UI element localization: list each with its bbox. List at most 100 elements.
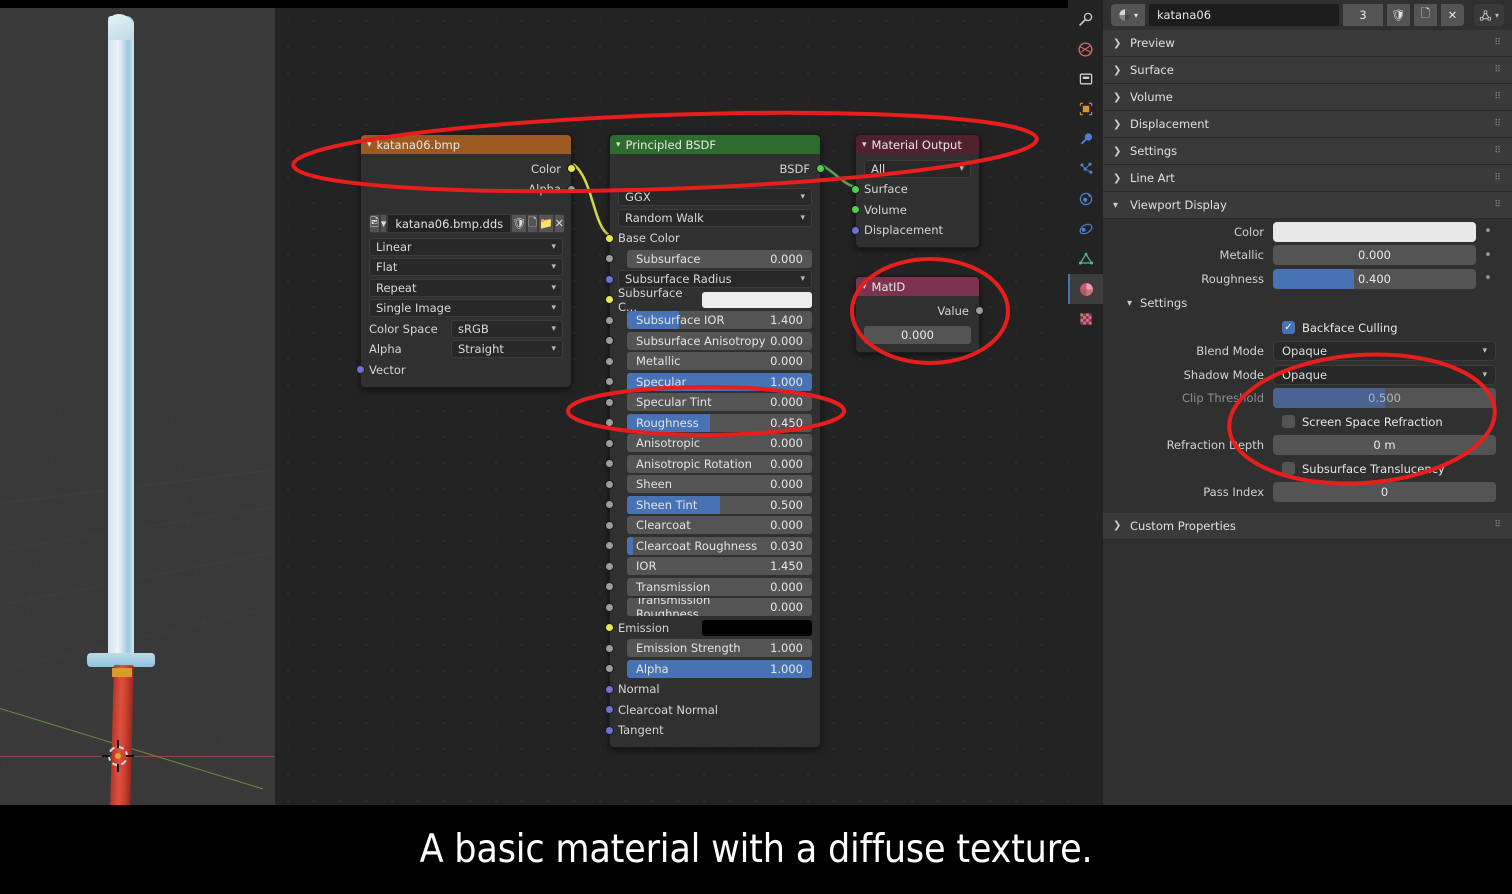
sidebar-item-object[interactable]: [1068, 94, 1103, 124]
drag-grip-icon[interactable]: ⠿: [1494, 65, 1502, 74]
property-row[interactable]: Metallic 0.000 •: [1113, 244, 1496, 266]
socket-anisotropic[interactable]: [605, 438, 614, 448]
sidebar-item-render[interactable]: [1068, 34, 1103, 64]
distribution-dropdown[interactable]: GGX ▾: [618, 188, 812, 206]
socket-ior[interactable]: [605, 561, 614, 571]
bsdf-socket-row[interactable]: Transmission Roughness 0.000: [605, 598, 812, 617]
copy-datablock-icon[interactable]: 🗋: [527, 214, 538, 233]
folder-icon[interactable]: 📁: [537, 214, 554, 233]
socket-displacement[interactable]: [851, 225, 860, 235]
bsdf-socket-row[interactable]: Metallic 0.000: [605, 352, 812, 371]
color-swatch[interactable]: [1273, 221, 1476, 242]
socket-tangent[interactable]: [605, 725, 614, 735]
socket-surface[interactable]: [851, 184, 860, 194]
unlink-material-icon[interactable]: ✕: [1440, 4, 1464, 26]
value-slider[interactable]: Sheen 0.000: [627, 475, 812, 493]
sidebar-item-output[interactable]: [1068, 64, 1103, 94]
projection-dropdown-row[interactable]: Flat ▾: [369, 258, 563, 277]
socket-vector[interactable]: [356, 365, 365, 374]
mesh-filter-button[interactable]: ▾: [1473, 4, 1504, 26]
bsdf-socket-row[interactable]: Anisotropic Rotation 0.000: [605, 454, 812, 473]
node-input-volume[interactable]: Volume: [851, 200, 971, 219]
property-row[interactable]: Refraction Depth 0 m: [1113, 434, 1496, 456]
bsdf-socket-row[interactable]: Clearcoat Normal: [605, 700, 812, 719]
value-slider[interactable]: Alpha 1.000: [627, 659, 812, 678]
extension-dropdown-row[interactable]: Repeat ▾: [369, 278, 563, 297]
animate-property-icon[interactable]: •: [1480, 271, 1496, 286]
socket-color[interactable]: [567, 164, 576, 173]
socket-clearcoat[interactable]: [605, 520, 614, 530]
socket-alpha[interactable]: [567, 184, 576, 194]
target-dropdown[interactable]: All ▾: [864, 159, 971, 178]
socket-volume[interactable]: [851, 205, 860, 214]
bsdf-socket-row[interactable]: Subsurface Anisotropy 0.000: [605, 331, 812, 350]
alpha-mode-row[interactable]: Alpha Straight ▾: [369, 340, 563, 359]
bsdf-socket-row[interactable]: Normal: [605, 680, 812, 699]
socket-subsurface-ior[interactable]: [605, 315, 614, 325]
subpanel-settings[interactable]: ▾ Settings: [1103, 291, 1512, 315]
socket-anisotropic-rotation[interactable]: [605, 459, 614, 468]
material-users-count[interactable]: 3: [1342, 4, 1383, 26]
socket-emission-strength[interactable]: [605, 643, 614, 653]
material-name-field[interactable]: katana06: [1149, 4, 1339, 26]
properties-tab-strip[interactable]: [1068, 0, 1103, 805]
socket-alpha[interactable]: [605, 664, 614, 673]
value-slider[interactable]: Specular Tint 0.000: [627, 393, 812, 411]
value-slider[interactable]: Roughness 0.450: [627, 413, 812, 432]
panel-settings[interactable]: ❯ Settings ⠿: [1103, 138, 1512, 165]
node-input-displacement[interactable]: Displacement: [851, 221, 971, 240]
image-browse-icon[interactable]: 🖻: [369, 214, 380, 233]
checkbox[interactable]: [1282, 462, 1295, 475]
property-checkbox-row[interactable]: Screen Space Refraction: [1113, 411, 1496, 433]
value-slider[interactable]: Anisotropic 0.000: [627, 434, 812, 452]
value-slider[interactable]: Clearcoat 0.000: [627, 516, 812, 534]
drag-grip-icon[interactable]: ⠿: [1494, 119, 1502, 128]
socket-normal[interactable]: [605, 684, 614, 694]
value-slider[interactable]: Anisotropic Rotation 0.000: [627, 454, 812, 473]
sidebar-item-particles[interactable]: [1068, 154, 1103, 184]
value-slider[interactable]: Clearcoat Roughness 0.030: [627, 536, 812, 555]
chevron-down-icon[interactable]: ▾: [616, 140, 621, 150]
source-dropdown-row[interactable]: Single Image ▾: [369, 299, 563, 318]
value-slider[interactable]: Transmission 0.000: [627, 577, 812, 596]
socket-sheen[interactable]: [605, 479, 614, 489]
socket-subsurface-c[interactable]: [605, 295, 614, 304]
interpolation-dropdown[interactable]: Linear ▾: [369, 237, 563, 256]
node-material-output[interactable]: ▾ Material Output All ▾ Surface Volume D…: [851, 134, 980, 248]
animate-property-icon[interactable]: •: [1480, 248, 1496, 263]
bsdf-socket-row[interactable]: Sheen 0.000: [605, 475, 812, 494]
bsdf-socket-row[interactable]: Specular 1.000: [605, 372, 812, 391]
panel-custom-properties[interactable]: ❯ Custom Properties ⠿: [1103, 512, 1512, 540]
drag-grip-icon[interactable]: ⠿: [1494, 200, 1502, 209]
chevron-down-icon[interactable]: ▾: [862, 140, 867, 150]
panel-displacement[interactable]: ❯ Displacement ⠿: [1103, 111, 1512, 138]
socket-subsurface-radius[interactable]: [605, 274, 614, 284]
node-header[interactable]: ▾ katana06.bmp: [361, 135, 571, 154]
bsdf-socket-row[interactable]: Clearcoat 0.000: [605, 516, 812, 535]
alpha-mode-dropdown[interactable]: Straight ▾: [451, 340, 563, 358]
drag-grip-icon[interactable]: ⠿: [1494, 38, 1502, 47]
value-slider[interactable]: Subsurface IOR 1.400: [627, 311, 812, 329]
value-slider[interactable]: Metallic 0.000: [627, 352, 812, 370]
bsdf-socket-row[interactable]: Subsurface IOR 1.400: [605, 311, 812, 330]
socket-subsurface-anisotropy[interactable]: [605, 336, 614, 345]
bsdf-socket-row[interactable]: Specular Tint 0.000: [605, 393, 812, 412]
property-row[interactable]: Pass Index 0: [1113, 481, 1496, 503]
property-row[interactable]: Color •: [1113, 221, 1496, 243]
animate-property-icon[interactable]: •: [1480, 224, 1496, 239]
node-image-texture[interactable]: ▾ katana06.bmp Color Alpha 🖻 ▾ katana06.…: [356, 134, 576, 388]
color-swatch[interactable]: [702, 291, 812, 308]
node-output-color[interactable]: Color: [369, 159, 576, 178]
subsurface-method-dropdown-row[interactable]: Random Walk ▾: [618, 208, 812, 227]
panel-line-art[interactable]: ❯ Line Art ⠿: [1103, 165, 1512, 192]
socket-transmission-roughness[interactable]: [605, 602, 614, 612]
node-header[interactable]: ▾ MatID: [856, 277, 979, 296]
bsdf-socket-row[interactable]: Alpha 1.000: [605, 659, 812, 678]
socket-specular[interactable]: [605, 377, 614, 386]
chevron-down-icon[interactable]: ▾: [367, 140, 372, 150]
socket-roughness[interactable]: [605, 418, 614, 427]
panel-surface[interactable]: ❯ Surface ⠿: [1103, 57, 1512, 84]
image-datablock-row[interactable]: 🖻 ▾ katana06.bmp.dds 🛡 🗋 📁 ✕: [369, 214, 565, 233]
property-checkbox-row[interactable]: Subsurface Translucency: [1113, 458, 1496, 480]
socket-transmission[interactable]: [605, 582, 614, 591]
